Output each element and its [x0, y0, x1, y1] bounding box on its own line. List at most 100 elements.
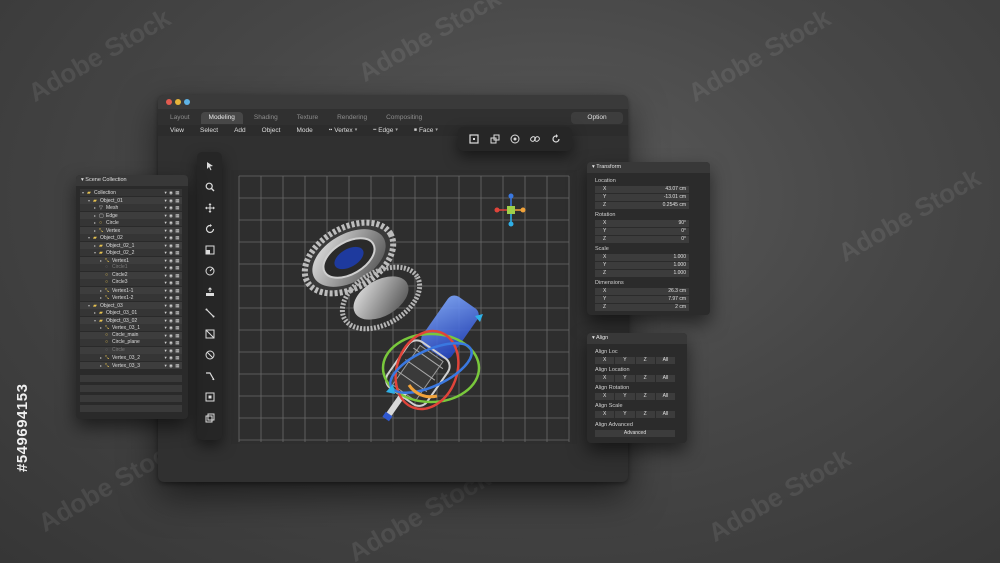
visibility-toggles[interactable]: ▾ ◉ ▦	[165, 309, 181, 316]
filter-icon[interactable]: ▾	[165, 280, 168, 285]
outliner-row[interactable]: ▸ ○ Circle ▾ ◉ ▦	[80, 219, 182, 226]
filter-icon[interactable]: ▾	[165, 295, 168, 300]
outliner-row[interactable]: ▸ ⤡ Vertex1-1 ▾ ◉ ▦	[80, 286, 182, 294]
visibility-toggles[interactable]: ▾ ◉ ▦	[165, 219, 181, 226]
render-icon[interactable]: ▦	[175, 325, 180, 330]
filter-icon[interactable]: ▾	[165, 198, 168, 203]
tab-layout[interactable]: Layout	[162, 112, 198, 124]
eye-icon[interactable]: ◉	[169, 310, 173, 315]
outliner-row[interactable]: ○ Circle3 ▾ ◉ ▦	[80, 279, 182, 286]
align-y-button[interactable]: Y	[615, 393, 635, 400]
eye-icon[interactable]: ◉	[169, 258, 173, 263]
tab-texture[interactable]: Texture	[289, 112, 326, 124]
filter-icon[interactable]: ▾	[165, 340, 168, 345]
outliner-row[interactable]: ▾ ▰ Object_03 ▾ ◉ ▦	[80, 301, 182, 309]
outliner-row[interactable]: ▸ ▰ Object_03_01 ▾ ◉ ▦	[80, 309, 182, 316]
visibility-toggles[interactable]: ▾ ◉ ▦	[165, 189, 181, 196]
visibility-toggles[interactable]: ▾ ◉ ▦	[165, 264, 181, 271]
outliner-row[interactable]: ▸ ⤡ Vertex ▾ ◉ ▦	[80, 226, 182, 234]
outliner-row[interactable]: ▸ ⤡ Vertex_03_1 ▾ ◉ ▦	[80, 324, 182, 331]
visibility-toggles[interactable]: ▾ ◉ ▦	[165, 204, 181, 211]
tab-compositing[interactable]: Compositing	[378, 112, 430, 124]
outliner-row[interactable]: ▾ ▰ Object_02 ▾ ◉ ▦	[80, 234, 182, 241]
slice-icon[interactable]	[201, 325, 218, 342]
eye-icon[interactable]: ◉	[169, 325, 173, 330]
visibility-toggles[interactable]: ▾ ◉ ▦	[165, 272, 181, 279]
filter-icon[interactable]: ▾	[165, 265, 168, 270]
render-icon[interactable]: ▦	[175, 363, 180, 368]
outliner-row[interactable]: ▸ ⤡ Vertex1-2 ▾ ◉ ▦	[80, 294, 182, 301]
visibility-toggles[interactable]: ▾ ◉ ▦	[165, 332, 181, 339]
search-icon[interactable]	[201, 178, 218, 195]
render-icon[interactable]: ▦	[175, 355, 180, 360]
extrude-icon[interactable]	[201, 283, 218, 300]
tab-shading[interactable]: Shading	[246, 112, 286, 124]
eye-icon[interactable]: ◉	[169, 190, 173, 195]
outliner-row[interactable]: ▸ ⤡ Vertex_03_3 ▾ ◉ ▦	[80, 361, 182, 369]
location-y-field[interactable]: Y -13.01 cm	[595, 194, 689, 201]
visibility-toggles[interactable]: ▾ ◉ ▦	[165, 354, 181, 361]
option-button[interactable]: Option	[571, 112, 623, 124]
tab-rendering[interactable]: Rendering	[329, 112, 375, 124]
render-icon[interactable]: ▦	[175, 318, 180, 323]
align-z-button[interactable]: Z	[635, 411, 655, 418]
menu-object[interactable]: Object	[254, 125, 289, 136]
measure-icon[interactable]	[201, 346, 218, 363]
render-icon[interactable]: ▦	[175, 348, 180, 353]
outliner-row[interactable]: ○ Circle1 ▾ ◉ ▦	[80, 264, 182, 271]
visibility-toggles[interactable]: ▾ ◉ ▦	[165, 249, 181, 256]
filter-icon[interactable]: ▾	[165, 220, 168, 225]
outliner-row[interactable]: ○ Circle_main ▾ ◉ ▦	[80, 331, 182, 339]
outliner-row[interactable]: ○ Circle_plane ▾ ◉ ▦	[80, 339, 182, 346]
scale-y-field[interactable]: Y 1.000	[595, 262, 689, 269]
menu-mode[interactable]: Mode	[288, 125, 320, 136]
rotation-y-field[interactable]: Y 0°	[595, 228, 689, 235]
visibility-toggles[interactable]: ▾ ◉ ▦	[165, 257, 181, 264]
filter-icon[interactable]: ▾	[165, 325, 168, 330]
scale-z-field[interactable]: Z 1.000	[595, 270, 689, 277]
render-icon[interactable]: ▦	[175, 303, 180, 308]
duplicate-icon[interactable]	[487, 131, 503, 147]
align-x-button[interactable]: X	[595, 375, 615, 382]
filter-icon[interactable]: ▾	[165, 288, 168, 293]
align-x-button[interactable]: X	[595, 411, 615, 418]
eye-icon[interactable]: ◉	[169, 250, 173, 255]
menu-select[interactable]: Select	[192, 125, 226, 136]
render-icon[interactable]: ▦	[175, 273, 180, 278]
render-icon[interactable]: ▦	[175, 205, 180, 210]
outliner-row[interactable]: ▸ ▢ Edge ▾ ◉ ▦	[80, 211, 182, 219]
tab-modeling[interactable]: Modeling	[200, 112, 243, 124]
add-circle-icon[interactable]	[507, 131, 523, 147]
align-x-button[interactable]: X	[595, 357, 615, 364]
filter-icon[interactable]: ▾	[165, 205, 168, 210]
eye-icon[interactable]: ◉	[169, 198, 173, 203]
filter-icon[interactable]: ▾	[165, 333, 168, 338]
render-icon[interactable]: ▦	[175, 198, 180, 203]
render-icon[interactable]: ▦	[175, 190, 180, 195]
visibility-toggles[interactable]: ▾ ◉ ▦	[165, 317, 181, 324]
align-z-button[interactable]: Z	[635, 393, 655, 400]
dimensions-z-field[interactable]: Z 2 cm	[595, 304, 689, 311]
outliner-row[interactable]: ▾ ▰ Object_03_02 ▾ ◉ ▦	[80, 316, 182, 324]
vertex-select-mode[interactable]: ▪▪ Vertex ▾	[321, 125, 366, 136]
align-all-button[interactable]: All	[655, 375, 675, 382]
align-all-button[interactable]: All	[655, 411, 675, 418]
move-icon[interactable]	[201, 199, 218, 216]
shear-icon[interactable]	[201, 367, 218, 384]
align-all-button[interactable]: All	[655, 357, 675, 364]
render-icon[interactable]: ▦	[175, 250, 180, 255]
eye-icon[interactable]: ◉	[169, 288, 173, 293]
render-icon[interactable]: ▦	[175, 258, 180, 263]
align-x-button[interactable]: X	[595, 393, 615, 400]
visibility-toggles[interactable]: ▾ ◉ ▦	[165, 347, 181, 354]
dimensions-x-field[interactable]: X 26.3 cm	[595, 288, 689, 295]
filter-icon[interactable]: ▾	[165, 258, 168, 263]
visibility-toggles[interactable]: ▾ ◉ ▦	[165, 324, 181, 331]
visibility-toggles[interactable]: ▾ ◉ ▦	[165, 212, 181, 219]
eye-icon[interactable]: ◉	[169, 220, 173, 225]
filter-icon[interactable]: ▾	[165, 250, 168, 255]
render-icon[interactable]: ▦	[175, 235, 180, 240]
frame-select-icon[interactable]	[466, 131, 482, 147]
outliner-row[interactable]: ▾ ▰ Collection ▾ ◉ ▦	[80, 189, 182, 196]
visibility-toggles[interactable]: ▾ ◉ ▦	[165, 234, 181, 241]
